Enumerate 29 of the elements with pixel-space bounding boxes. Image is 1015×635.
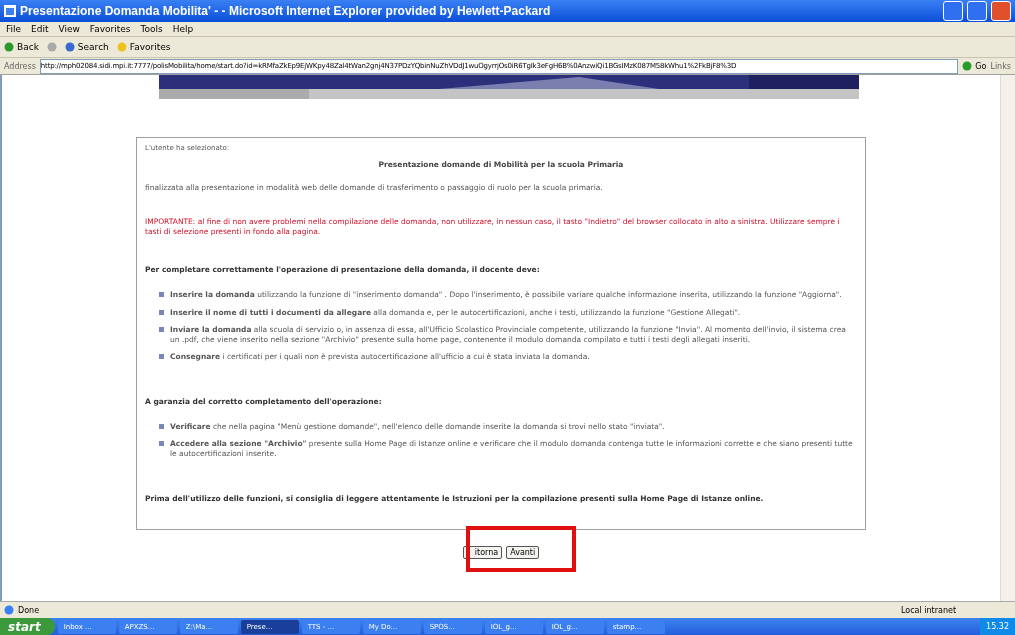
maximize-button[interactable]	[967, 1, 987, 21]
bullet-icon	[159, 441, 164, 447]
menu-item[interactable]: Help	[172, 24, 194, 34]
status-text: Done	[18, 605, 40, 615]
menu-item[interactable]: Tools	[140, 24, 163, 34]
bullet-icon	[159, 424, 164, 429]
toolbar-button[interactable]: Search	[64, 42, 109, 52]
menu-item[interactable]: Favorites	[89, 24, 131, 34]
start-button[interactable]: start	[0, 618, 55, 635]
links-label[interactable]: Links	[990, 61, 1011, 71]
minimize-button[interactable]	[943, 1, 963, 21]
menu-item[interactable]: File	[6, 24, 22, 34]
zone-text: Local intranet	[901, 605, 958, 615]
address-label: Address	[4, 61, 36, 71]
nav-button[interactable]: Avanti	[506, 546, 540, 560]
bullet-icon	[159, 292, 164, 298]
bullet-icon	[159, 353, 164, 359]
close-button[interactable]	[991, 1, 1011, 21]
bullet-icon	[159, 309, 164, 315]
go-button[interactable]: Go	[962, 61, 987, 71]
window-title: Presentazione Domanda Mobilita' - - Microsoft Internet Explorer provided by Hewlett-Packard	[20, 4, 552, 18]
toolbar-button[interactable]: Favorites	[116, 42, 171, 52]
menu-item[interactable]: View	[58, 24, 80, 34]
menu-item[interactable]: Edit	[31, 24, 49, 34]
clock: 15.32	[986, 622, 1009, 631]
toolbar-button[interactable]: Back	[4, 42, 39, 52]
bullet-icon	[159, 326, 164, 332]
window-icon	[4, 5, 16, 17]
scrollbar[interactable]	[1000, 75, 1015, 601]
